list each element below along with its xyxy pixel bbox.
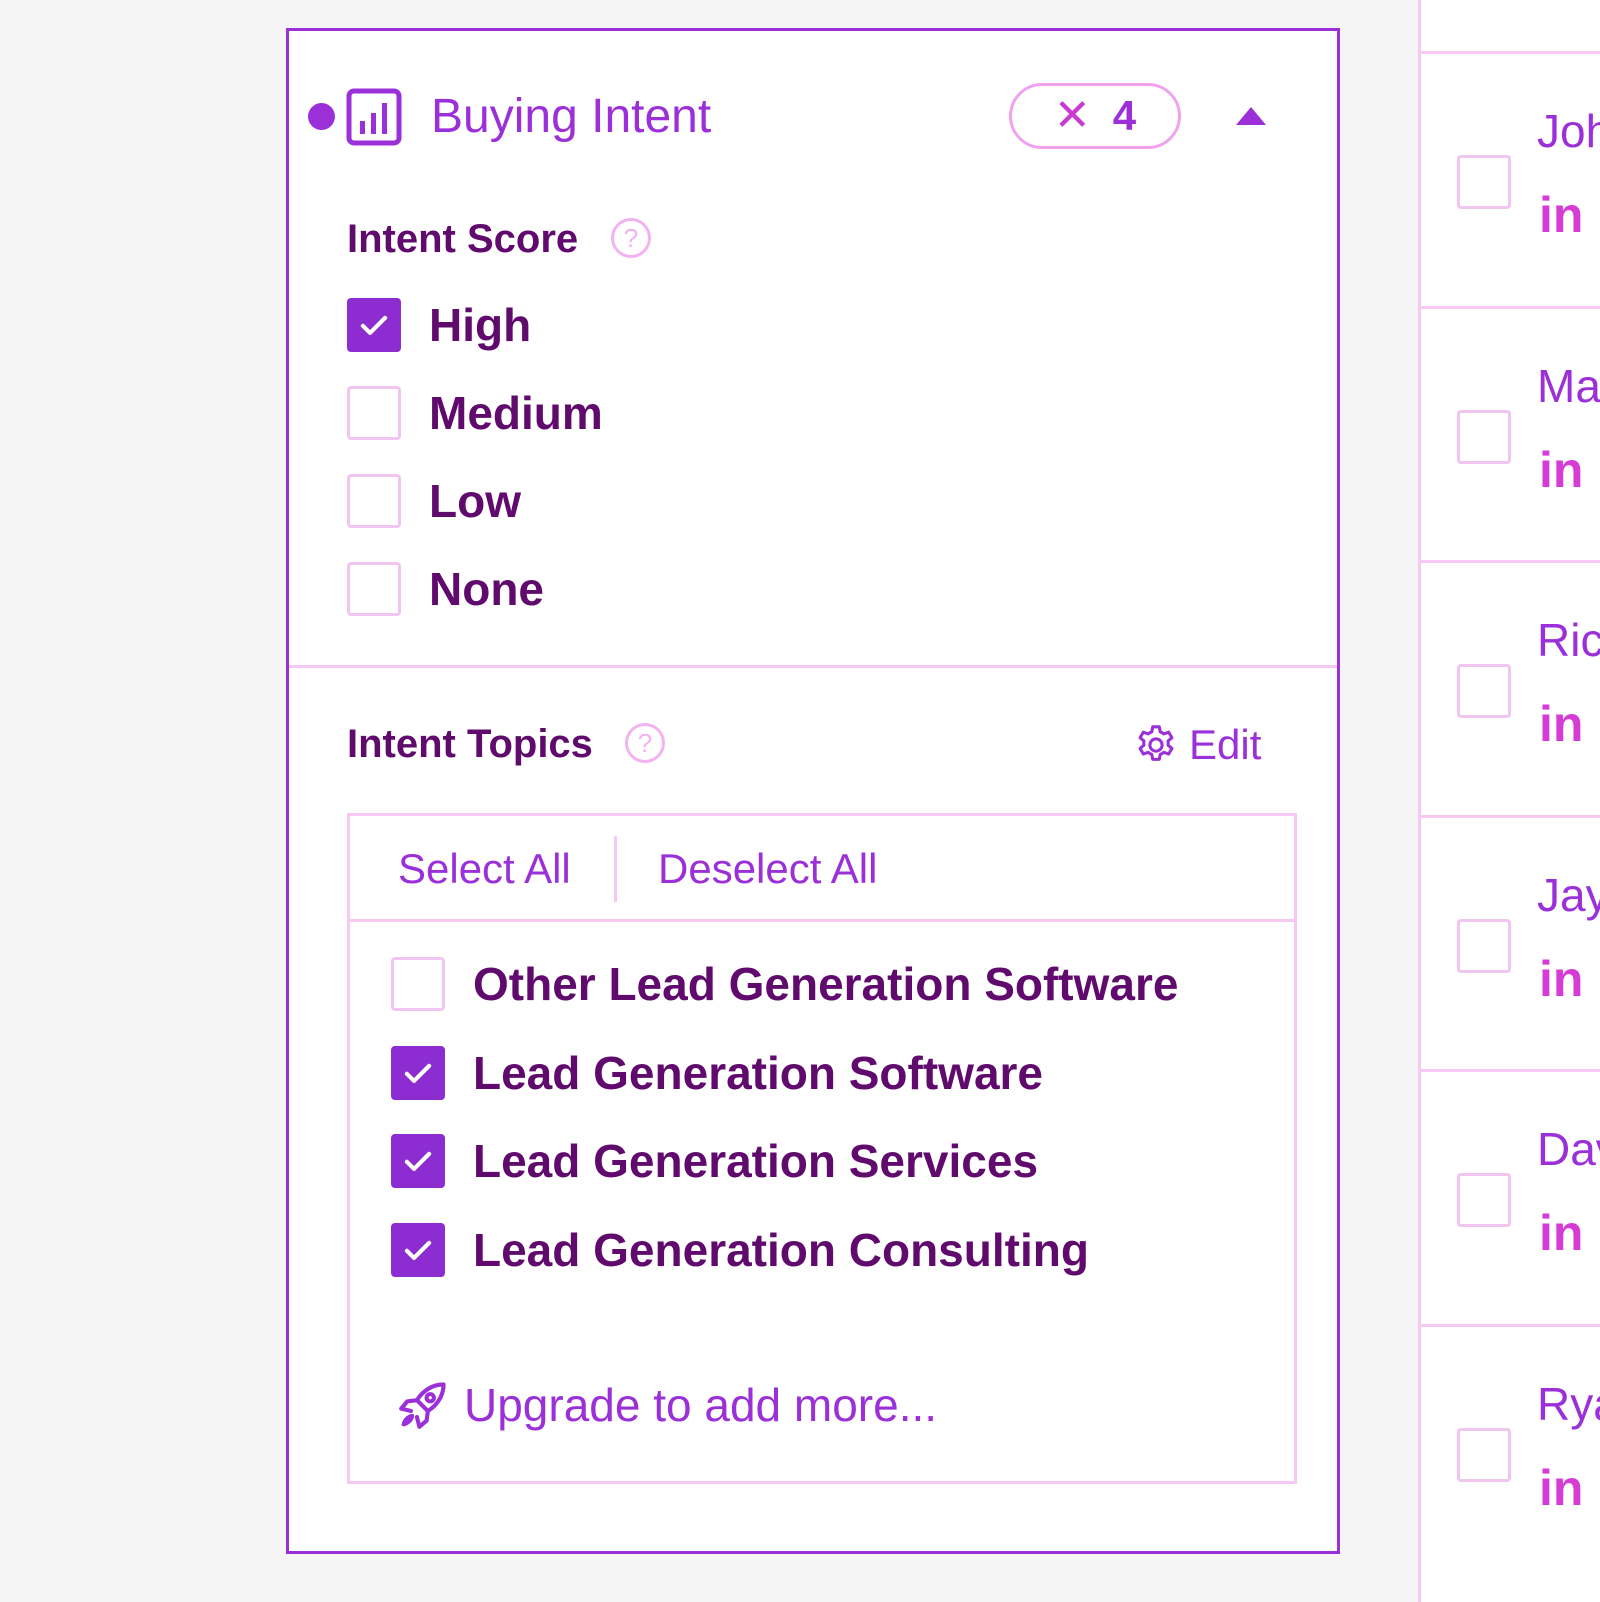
gear-icon — [1138, 725, 1174, 761]
section-divider — [289, 665, 1337, 668]
checkbox[interactable] — [391, 1045, 445, 1100]
intent-score-option-label: Low — [429, 475, 521, 527]
contact-name[interactable]: Rya — [1537, 1376, 1600, 1432]
row-checkbox[interactable] — [1457, 918, 1511, 973]
intent-score-option-label: None — [429, 563, 544, 615]
check-icon — [360, 315, 388, 335]
filter-header[interactable]: Buying Intent ✕ 4 — [289, 31, 1337, 201]
checkbox[interactable] — [391, 957, 445, 1011]
intent-score-option-label: Medium — [429, 387, 603, 439]
row-separator — [1421, 305, 1600, 309]
caret-up-icon[interactable] — [1234, 105, 1268, 127]
intent-topic-option[interactable]: Lead Generation Services — [391, 1133, 1038, 1189]
contact-name[interactable]: Joh — [1537, 103, 1600, 159]
intent-score-option[interactable]: None — [347, 561, 544, 617]
intent-topic-option[interactable]: Lead Generation Consulting — [391, 1222, 1089, 1278]
contact-name[interactable]: Ma — [1537, 358, 1600, 414]
checkbox[interactable] — [347, 474, 401, 528]
contact-name[interactable]: Dav — [1537, 1121, 1600, 1177]
row-checkbox[interactable] — [1457, 664, 1511, 718]
linkedin-icon[interactable]: in — [1539, 951, 1583, 1007]
checkbox[interactable] — [347, 386, 401, 440]
clear-filter-button[interactable]: ✕ 4 — [1009, 83, 1181, 149]
edit-label: Edit — [1189, 721, 1262, 768]
linkedin-icon[interactable]: in — [1539, 1205, 1583, 1261]
edit-topics-button[interactable]: Edit — [1133, 721, 1261, 769]
active-indicator-dot — [308, 103, 335, 130]
upgrade-label: Upgrade to add more... — [464, 1379, 938, 1431]
intent-topic-option-label: Lead Generation Consulting — [473, 1223, 1089, 1276]
action-separator — [614, 836, 617, 902]
topics-bulk-actions: Select All Deselect All — [350, 816, 1294, 922]
linkedin-icon[interactable]: in — [1539, 442, 1583, 498]
intent-topics-help-icon[interactable]: ? — [625, 723, 665, 763]
select-all-button[interactable]: Select All — [398, 844, 571, 894]
check-icon — [404, 1151, 432, 1171]
contact-name[interactable]: Jay — [1537, 867, 1600, 923]
intent-topic-option[interactable]: Other Lead Generation Software — [391, 956, 1178, 1012]
contact-name[interactable]: Ric — [1537, 612, 1600, 668]
checkbox[interactable] — [391, 1134, 445, 1188]
upgrade-link[interactable]: Upgrade to add more... — [394, 1376, 937, 1434]
close-icon: ✕ — [1053, 91, 1091, 140]
intent-topics-label: Intent Topics — [347, 722, 593, 766]
intent-topics-box: Select All Deselect All Other Lead Gener… — [347, 813, 1297, 1484]
row-checkbox[interactable] — [1457, 1427, 1511, 1482]
row-separator — [1421, 1323, 1600, 1327]
intent-score-option-label: High — [429, 299, 532, 351]
buying-intent-filter-panel: Buying Intent ✕ 4 Intent Score ? High Med… — [286, 28, 1340, 1554]
linkedin-icon[interactable]: in — [1539, 187, 1583, 243]
linkedin-icon[interactable]: in — [1539, 696, 1583, 752]
deselect-all-button[interactable]: Deselect All — [658, 844, 877, 894]
intent-score-label: Intent Score — [347, 217, 579, 261]
results-list: Joh in Ma in Ric in Jay in Dav in Rya in — [1418, 0, 1600, 1602]
checkbox[interactable] — [391, 1222, 445, 1277]
check-icon — [404, 1063, 432, 1083]
check-icon — [404, 1240, 432, 1260]
checkbox[interactable] — [347, 562, 401, 616]
intent-score-help-icon[interactable]: ? — [611, 218, 651, 258]
rocket-icon — [399, 1382, 446, 1429]
intent-score-option[interactable]: High — [347, 297, 531, 353]
bar-chart-icon — [346, 88, 402, 146]
active-filter-count: 4 — [1112, 92, 1137, 139]
intent-topic-option-label: Lead Generation Services — [473, 1135, 1039, 1187]
intent-score-option[interactable]: Low — [347, 473, 521, 529]
row-separator — [1421, 1069, 1600, 1072]
checkbox[interactable] — [347, 298, 401, 352]
row-separator — [1421, 51, 1600, 54]
row-separator — [1421, 814, 1600, 818]
row-checkbox[interactable] — [1457, 1173, 1511, 1227]
intent-topic-option-label: Lead Generation Software — [473, 1046, 1044, 1099]
linkedin-icon[interactable]: in — [1539, 1460, 1583, 1516]
intent-score-option[interactable]: Medium — [347, 385, 603, 441]
intent-topic-option[interactable]: Lead Generation Software — [391, 1045, 1043, 1101]
row-checkbox[interactable] — [1457, 409, 1511, 464]
filter-title: Buying Intent — [431, 90, 712, 143]
row-separator — [1421, 560, 1600, 563]
row-checkbox[interactable] — [1457, 155, 1511, 209]
intent-topic-option-label: Other Lead Generation Software — [473, 958, 1179, 1010]
